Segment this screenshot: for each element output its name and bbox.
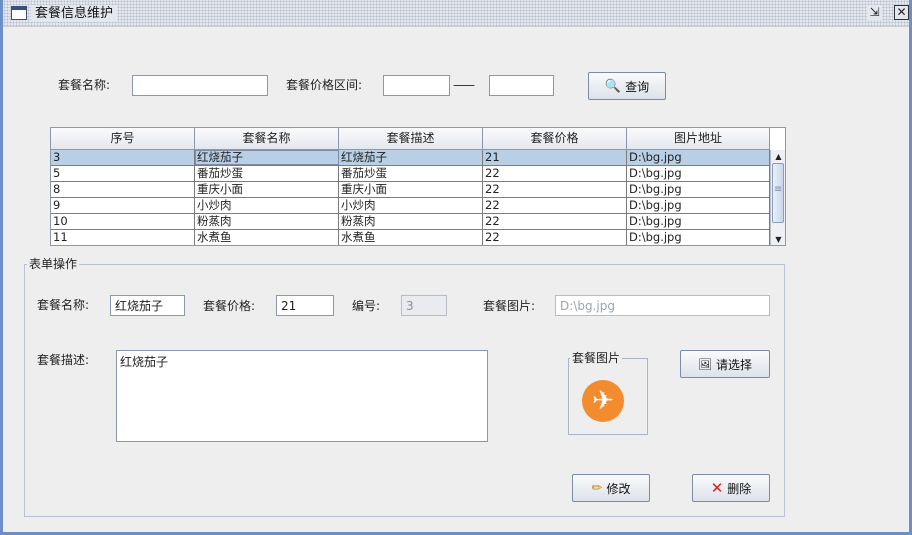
table-cell[interactable]: 番茄炒蛋 [339,166,483,181]
form-desc-label: 套餐描述: [37,353,90,367]
table-header: 序号 套餐名称 套餐描述 套餐价格 图片地址 [51,128,770,150]
form-image-path-input[interactable] [555,295,770,316]
table-row[interactable]: 11 水煮鱼 水煮鱼 22 D:\bg.jpg [51,230,770,245]
table-cell[interactable]: 番茄炒蛋 [195,166,339,181]
table-cell[interactable]: 重庆小面 [195,182,339,197]
search-name-input[interactable] [132,75,268,96]
table-cell[interactable]: 红烧茄子 [195,150,339,165]
table-cell[interactable]: 22 [483,214,627,229]
close-icon[interactable]: ✕ [894,5,909,20]
delete-button[interactable]: ✕ 删除 [692,474,770,502]
image-preview-title: 套餐图片 [570,351,623,365]
table-cell[interactable]: 红烧茄子 [339,150,483,165]
table-cell[interactable]: 重庆小面 [339,182,483,197]
scroll-up-arrow-icon[interactable]: ▲ [771,151,785,163]
delete-x-icon: ✕ [710,478,724,497]
table-cell[interactable]: 22 [483,182,627,197]
search-name-label: 套餐名称: [58,78,111,92]
search-price-label: 套餐价格区间: [286,78,363,92]
meal-table[interactable]: 序号 套餐名称 套餐描述 套餐价格 图片地址 3 红烧茄子 红烧茄子 21 D:… [50,127,786,246]
form-id-label: 编号: [352,299,381,313]
price-min-input[interactable] [383,75,450,96]
restore-icon[interactable]: ⇲ [867,5,882,20]
table-cell[interactable]: D:\bg.jpg [627,230,770,245]
table-cell[interactable]: D:\bg.jpg [627,198,770,213]
image-card-icon: 🖼 [698,357,712,371]
query-button-label: 查询 [625,79,650,94]
column-header[interactable]: 套餐名称 [195,128,339,149]
table-cell[interactable]: 3 [51,150,195,165]
table-cell[interactable]: 5 [51,166,195,181]
price-max-input[interactable] [489,75,554,96]
table-cell[interactable]: 粉蒸肉 [195,214,339,229]
search-icon: 🔍 [604,78,622,94]
form-price-input[interactable] [276,295,334,316]
table-cell[interactable]: D:\bg.jpg [627,150,770,165]
column-header[interactable]: 序号 [51,128,195,149]
table-cell[interactable]: 10 [51,214,195,229]
table-cell[interactable]: 粉蒸肉 [339,214,483,229]
table-cell[interactable]: 22 [483,198,627,213]
form-group-title: 表单操作 [27,257,80,271]
form-price-label: 套餐价格: [203,299,256,313]
price-range-separator: —— [453,78,475,92]
modify-button-label: 修改 [606,481,631,496]
form-id-input [401,295,447,316]
column-header[interactable]: 套餐描述 [339,128,483,149]
form-image-label: 套餐图片: [483,299,536,313]
window-title: 套餐信息维护 [31,5,118,22]
choose-image-button[interactable]: 🖼 请选择 [680,350,770,378]
table-cell[interactable]: 水煮鱼 [195,230,339,245]
column-header[interactable]: 图片地址 [627,128,770,149]
main-window: 套餐信息维护 ⇲ ✕ 套餐名称: 套餐价格区间: —— 🔍 查询 序号 套餐名称… [0,0,912,535]
table-cell[interactable]: 小炒肉 [195,198,339,213]
window-icon [11,6,27,20]
table-cell[interactable]: 21 [483,150,627,165]
delete-button-label: 删除 [727,481,752,496]
modify-button[interactable]: ✏ 修改 [572,474,650,502]
table-row[interactable]: 9 小炒肉 小炒肉 22 D:\bg.jpg [51,198,770,214]
form-name-label: 套餐名称: [37,298,90,312]
airplane-icon: ✈ [582,380,624,422]
table-row[interactable]: 3 红烧茄子 红烧茄子 21 D:\bg.jpg [51,150,770,166]
table-cell[interactable]: D:\bg.jpg [627,214,770,229]
table-row[interactable]: 5 番茄炒蛋 番茄炒蛋 22 D:\bg.jpg [51,166,770,182]
table-cell[interactable]: 9 [51,198,195,213]
table-scrollbar[interactable]: ▲ ▼ [770,150,785,245]
choose-button-label: 请选择 [715,357,752,372]
table-cell[interactable]: 11 [51,230,195,245]
form-desc-textarea[interactable]: 红烧茄子 [116,350,488,442]
table-cell[interactable]: 22 [483,166,627,181]
table-body: 3 红烧茄子 红烧茄子 21 D:\bg.jpg 5 番茄炒蛋 番茄炒蛋 22 … [51,150,770,245]
table-row[interactable]: 8 重庆小面 重庆小面 22 D:\bg.jpg [51,182,770,198]
table-cell[interactable]: 水煮鱼 [339,230,483,245]
table-cell[interactable]: D:\bg.jpg [627,166,770,181]
table-cell[interactable]: 8 [51,182,195,197]
query-button[interactable]: 🔍 查询 [588,72,666,100]
title-bar[interactable]: 套餐信息维护 ⇲ ✕ [3,0,909,27]
form-name-input[interactable] [110,295,185,316]
table-cell[interactable]: 22 [483,230,627,245]
scroll-down-arrow-icon[interactable]: ▼ [771,234,785,245]
table-row[interactable]: 10 粉蒸肉 粉蒸肉 22 D:\bg.jpg [51,214,770,230]
table-cell[interactable]: 小炒肉 [339,198,483,213]
scrollbar-thumb[interactable] [772,163,784,223]
table-cell[interactable]: D:\bg.jpg [627,182,770,197]
column-header[interactable]: 套餐价格 [483,128,627,149]
pencil-icon: ✏ [591,480,603,496]
